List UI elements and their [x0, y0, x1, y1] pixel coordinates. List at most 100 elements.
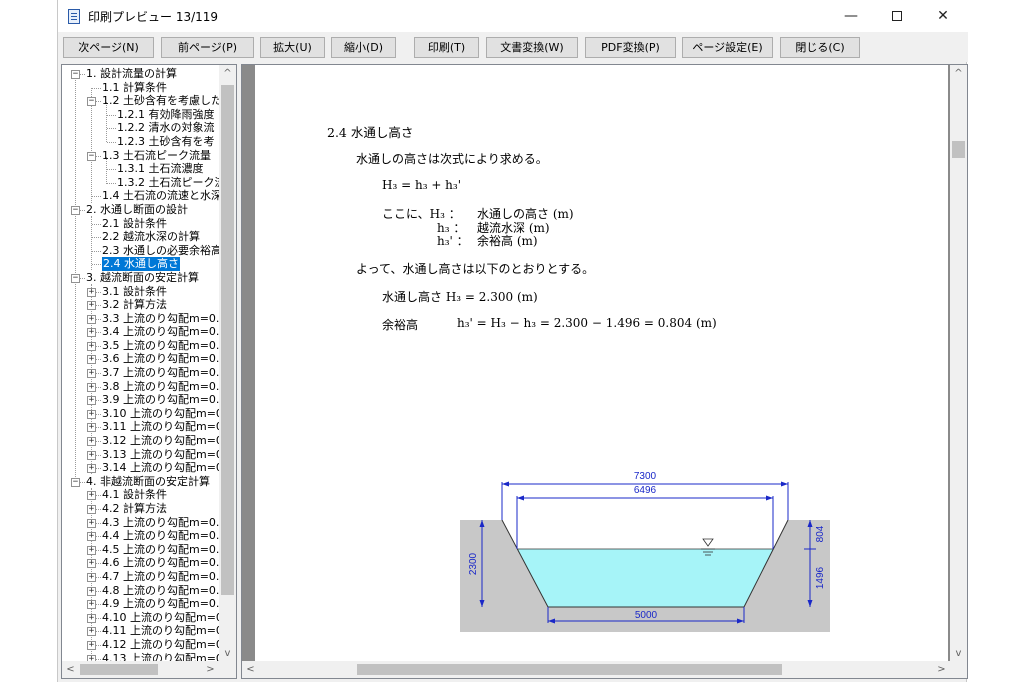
tree-item[interactable]: −1.3 土石流ピーク流量	[62, 149, 222, 163]
tree-horizontal-scrollbar[interactable]: < >	[62, 661, 236, 678]
collapse-icon[interactable]: −	[87, 151, 96, 161]
expand-icon[interactable]: +	[87, 505, 96, 514]
tree-item-selected[interactable]: 2.4 水通し高さ	[62, 257, 222, 271]
tree-item[interactable]: +3.3 上流のり勾配m=0.2	[62, 312, 222, 326]
tree-item[interactable]: +4.12 上流のり勾配m=0.	[62, 638, 222, 652]
expand-icon[interactable]: +	[87, 382, 96, 392]
collapse-icon[interactable]: −	[87, 97, 96, 107]
tree-item[interactable]: −1. 設計流量の計算	[62, 67, 222, 81]
tree-item[interactable]: +4.4 上流のり勾配m=0.2	[62, 529, 222, 543]
expand-icon[interactable]: +	[87, 640, 96, 650]
scrollbar-thumb[interactable]	[357, 664, 782, 675]
print-button[interactable]: 印刷(T)	[414, 37, 479, 58]
tree-item[interactable]: +4.1 設計条件	[62, 488, 222, 502]
tree-item[interactable]: +3.1 設計条件	[62, 285, 222, 299]
expand-icon[interactable]: +	[87, 369, 96, 379]
expand-icon[interactable]: +	[87, 627, 96, 637]
tree-item[interactable]: +3.8 上流のり勾配m=0.3	[62, 380, 222, 394]
scrollbar-thumb[interactable]	[80, 664, 158, 675]
tree-item[interactable]: 1.2.1 有効降雨強度	[62, 108, 222, 122]
tree-item[interactable]: 1.2.3 土砂含有を考	[62, 135, 222, 149]
expand-icon[interactable]: +	[87, 328, 96, 338]
scroll-down-icon[interactable]: v	[219, 645, 236, 662]
tree-item[interactable]: 1.4 土石流の流速と水深	[62, 189, 222, 203]
expand-icon[interactable]: +	[87, 409, 96, 419]
tree-item[interactable]: −4. 非越流断面の安定計算	[62, 475, 222, 489]
prev-page-button[interactable]: 前ページ(P)	[161, 37, 254, 58]
scroll-up-icon[interactable]: ^	[950, 65, 967, 82]
maximize-button[interactable]	[874, 0, 920, 32]
expand-icon[interactable]: +	[87, 423, 96, 433]
expand-icon[interactable]: +	[87, 532, 96, 542]
preview-vertical-scrollbar[interactable]: ^ v	[950, 65, 967, 662]
tree-item[interactable]: +4.2 計算方法	[62, 502, 222, 516]
minimize-button[interactable]: —	[828, 0, 874, 32]
scroll-down-icon[interactable]: v	[950, 645, 967, 662]
expand-icon[interactable]: +	[87, 450, 96, 460]
tree-item[interactable]: +3.7 上流のり勾配m=0.3	[62, 366, 222, 380]
scroll-up-icon[interactable]: ^	[219, 65, 236, 82]
tree-item[interactable]: +4.7 上流のり勾配m=0.3	[62, 570, 222, 584]
tree-item[interactable]: +3.6 上流のり勾配m=0.3	[62, 352, 222, 366]
expand-icon[interactable]: +	[87, 355, 96, 365]
tree-item[interactable]: +4.11 上流のり勾配m=0.	[62, 624, 222, 638]
collapse-icon[interactable]: −	[71, 273, 80, 283]
zoom-out-button[interactable]: 縮小(D)	[331, 37, 396, 58]
preview-horizontal-scrollbar[interactable]: < >	[242, 661, 967, 678]
expand-icon[interactable]: +	[87, 396, 96, 406]
tree-item[interactable]: −2. 水通し断面の設計	[62, 203, 222, 217]
zoom-in-button[interactable]: 拡大(U)	[260, 37, 325, 58]
expand-icon[interactable]: +	[87, 437, 96, 447]
tree-vertical-scrollbar[interactable]: ^ v	[219, 65, 236, 662]
tree-item[interactable]: +3.10 上流のり勾配m=0.	[62, 407, 222, 421]
tree-item[interactable]: +4.6 上流のり勾配m=0.3	[62, 556, 222, 570]
tree-item[interactable]: +3.2 計算方法	[62, 298, 222, 312]
expand-icon[interactable]: +	[87, 301, 96, 311]
tree-item[interactable]: +3.11 上流のり勾配m=0.	[62, 420, 222, 434]
close-window-button[interactable]: ✕	[920, 0, 966, 32]
tree-item[interactable]: 2.2 越流水深の計算	[62, 230, 222, 244]
collapse-icon[interactable]: −	[71, 477, 80, 487]
tree-item[interactable]: −3. 越流断面の安定計算	[62, 271, 222, 285]
tree-item[interactable]: +4.3 上流のり勾配m=0.2	[62, 516, 222, 530]
tree-item[interactable]: 1.2.2 清水の対象流	[62, 121, 222, 135]
page-setup-button[interactable]: ページ設定(E)	[682, 37, 773, 58]
pdf-convert-button[interactable]: PDF変換(P)	[585, 37, 676, 58]
expand-icon[interactable]: +	[87, 518, 96, 528]
expand-icon[interactable]: +	[87, 314, 96, 324]
tree-item[interactable]: +3.13 上流のり勾配m=0.	[62, 448, 222, 462]
scroll-right-icon[interactable]: >	[933, 661, 950, 678]
scroll-left-icon[interactable]: <	[62, 661, 79, 678]
expand-icon[interactable]: +	[87, 586, 96, 596]
expand-icon[interactable]: +	[87, 287, 96, 297]
next-page-button[interactable]: 次ページ(N)	[63, 37, 154, 58]
expand-icon[interactable]: +	[87, 559, 96, 569]
tree-item[interactable]: 1.1 計算条件	[62, 81, 222, 95]
tree-item[interactable]: +3.4 上流のり勾配m=0.2	[62, 325, 222, 339]
expand-icon[interactable]: +	[87, 491, 96, 501]
tree-item[interactable]: +3.9 上流のり勾配m=0.2	[62, 393, 222, 407]
tree-item[interactable]: +4.5 上流のり勾配m=0.3	[62, 543, 222, 557]
tree-item[interactable]: +4.10 上流のり勾配m=0.	[62, 611, 222, 625]
tree-item[interactable]: −1.2 土砂含有を考慮した	[62, 94, 222, 108]
collapse-icon[interactable]: −	[71, 205, 80, 215]
expand-icon[interactable]: +	[87, 341, 96, 351]
tree-item[interactable]: 1.3.1 土石流濃度	[62, 162, 222, 176]
tree-item[interactable]: +4.9 上流のり勾配m=0.2	[62, 597, 222, 611]
collapse-icon[interactable]: −	[71, 70, 80, 79]
tree-item[interactable]: +3.12 上流のり勾配m=0.	[62, 434, 222, 448]
expand-icon[interactable]: +	[87, 464, 96, 474]
close-button[interactable]: 閉じる(C)	[780, 37, 860, 58]
tree-item[interactable]: 2.3 水通しの必要余裕高	[62, 244, 222, 258]
expand-icon[interactable]: +	[87, 545, 96, 555]
convert-document-button[interactable]: 文書変換(W)	[486, 37, 578, 58]
scroll-right-icon[interactable]: >	[202, 661, 219, 678]
expand-icon[interactable]: +	[87, 572, 96, 582]
expand-icon[interactable]: +	[87, 600, 96, 610]
expand-icon[interactable]: +	[87, 613, 96, 623]
scroll-left-icon[interactable]: <	[242, 661, 259, 678]
scrollbar-thumb[interactable]	[221, 85, 234, 595]
tree-item[interactable]: 1.3.2 土石流ピーク流	[62, 176, 222, 190]
tree-item[interactable]: +3.14 上流のり勾配m=0.	[62, 461, 222, 475]
tree-item[interactable]: 2.1 設計条件	[62, 217, 222, 231]
